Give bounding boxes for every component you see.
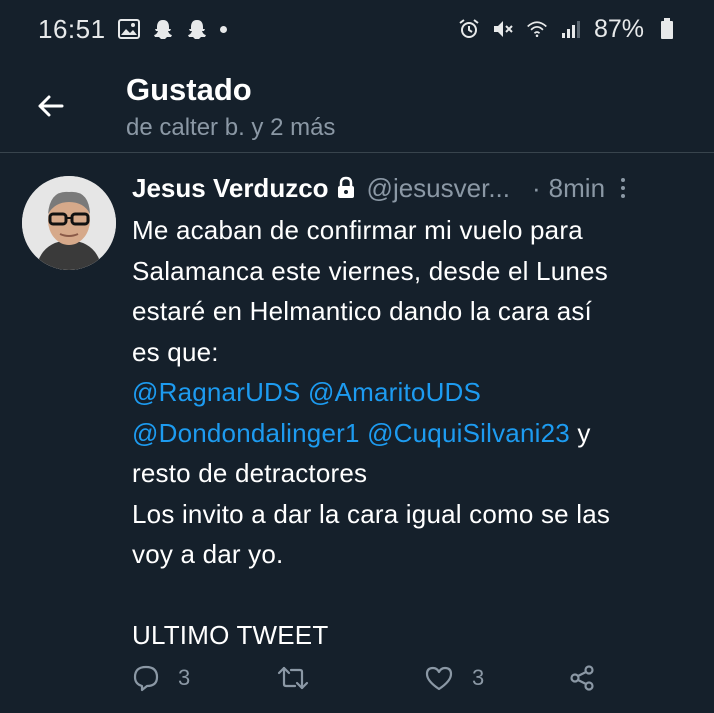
- heart-icon: [425, 666, 453, 691]
- reply-count: 3: [178, 665, 191, 690]
- mute-icon: [492, 18, 514, 40]
- wifi-icon: [526, 18, 548, 40]
- tweet-time[interactable]: 8min: [549, 173, 605, 204]
- retweet-icon: [277, 666, 309, 690]
- more-options-button[interactable]: [617, 174, 629, 202]
- battery-percent: 87%: [593, 14, 644, 43]
- gallery-icon: [117, 18, 140, 40]
- status-bar: 16:51 87%: [0, 0, 714, 58]
- arrow-left-icon: [38, 95, 64, 117]
- tweet-text-fragment: y: [577, 417, 591, 448]
- back-button[interactable]: [30, 86, 70, 126]
- more-dot: [621, 178, 626, 182]
- tweet-line: es que:: [132, 336, 219, 367]
- tweet-line: Me acaban de confirmar mi vuelo para: [132, 215, 583, 245]
- tweet-header: Jesus Verduzco @jesusver... · 8min: [132, 170, 692, 206]
- author-name[interactable]: Jesus Verduzco: [132, 173, 329, 204]
- status-bar-left: 16:51: [38, 14, 227, 45]
- reply-icon: [133, 665, 159, 692]
- battery-icon: [656, 18, 678, 40]
- alarm-icon: [458, 18, 480, 40]
- snapchat-icon: [186, 18, 208, 40]
- like-button[interactable]: 3: [424, 664, 484, 692]
- retweet-button[interactable]: [277, 664, 327, 692]
- tweet-line: Salamanca este viernes, desde el Lunes: [132, 255, 608, 286]
- top-app-bar: Gustado de calter b. y 2 más: [0, 58, 714, 153]
- tweet-line: @Dondondalinger1 @CuquiSilvani23 y: [132, 413, 692, 454]
- like-count: 3: [472, 665, 485, 690]
- mention-link[interactable]: @CuquiSilvani23: [367, 418, 570, 448]
- page-title: Gustado: [126, 72, 252, 107]
- profile-photo: [22, 176, 116, 270]
- mention-link[interactable]: @AmaritoUDS: [308, 377, 481, 407]
- status-time: 16:51: [38, 13, 106, 44]
- share-icon: [570, 665, 594, 691]
- mention-link[interactable]: @Dondondalinger1: [132, 418, 360, 448]
- tweet[interactable]: Jesus Verduzco @jesusver... · 8min Me ac…: [0, 154, 714, 713]
- reply-button[interactable]: 3: [132, 664, 190, 692]
- avatar[interactable]: [22, 176, 116, 270]
- tweet-text: Me acaban de confirmar mi vuelo para Sal…: [132, 210, 692, 656]
- mention-link[interactable]: @RagnarUDS: [132, 377, 301, 407]
- status-bar-right: 87%: [458, 15, 678, 44]
- more-dot: [621, 194, 626, 198]
- snapchat-icon: [152, 18, 174, 40]
- tweet-line: ULTIMO TWEET: [132, 620, 329, 650]
- tweet-actions: 3 3: [132, 664, 612, 700]
- tweet-line: resto de detractores: [132, 458, 368, 488]
- author-handle[interactable]: @jesusver...: [367, 173, 510, 204]
- tweet-line: @RagnarUDS @AmaritoUDS: [132, 372, 692, 413]
- signal-icon: [560, 18, 582, 40]
- tweet-line: estaré en Helmantico dando la cara así: [132, 296, 592, 326]
- lock-icon: [335, 176, 357, 200]
- more-dot: [621, 186, 626, 190]
- page-subtitle: de calter b. y 2 más: [126, 114, 336, 141]
- separator-dot: ·: [532, 172, 541, 203]
- notification-dot-icon: [219, 25, 227, 33]
- share-button[interactable]: [568, 664, 596, 692]
- tweet-line: voy a dar yo.: [132, 539, 284, 569]
- tweet-line: Los invito a dar la cara igual como se l…: [132, 498, 611, 529]
